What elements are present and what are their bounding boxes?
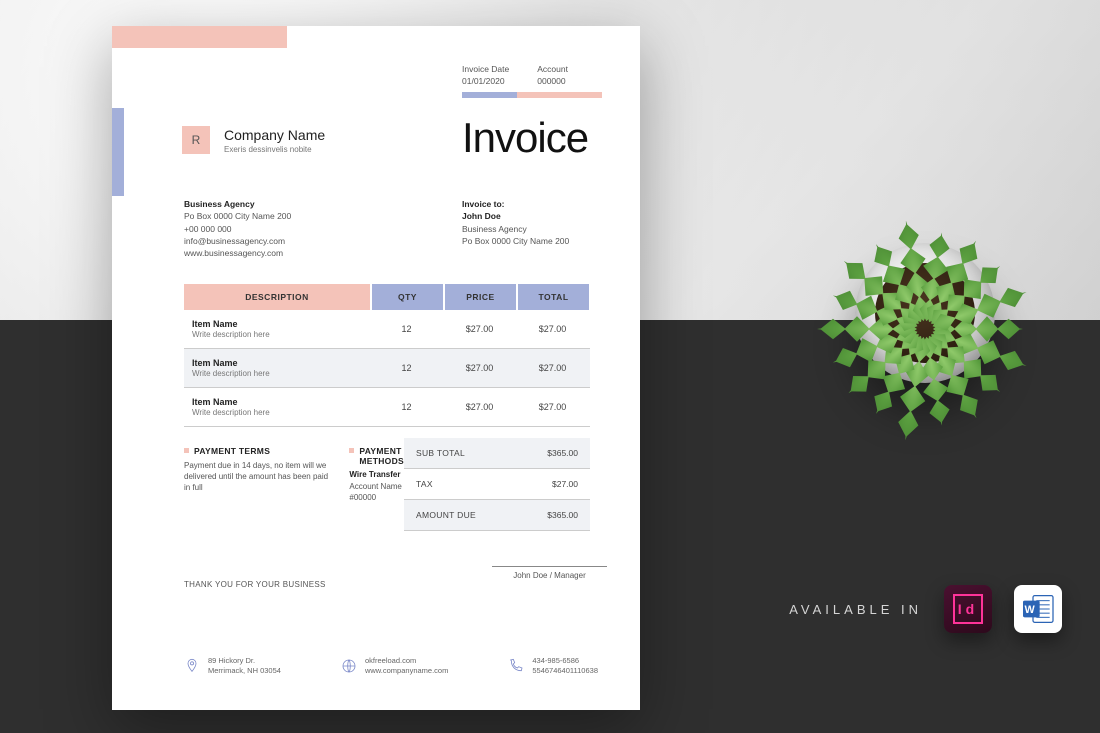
item-desc: Write description here xyxy=(192,369,370,378)
from-email: info@businessagency.com xyxy=(184,235,291,247)
subtotal-label: SUB TOTAL xyxy=(416,448,518,458)
item-name: Item Name xyxy=(192,358,370,368)
invoice-date-value: 01/01/2020 xyxy=(462,76,509,86)
to-block: Invoice to: John Doe Business Agency Po … xyxy=(462,198,569,247)
word-badge: W xyxy=(1014,585,1062,633)
totals-block: SUB TOTAL$365.00 TAX$27.00 AMOUNT DUE$36… xyxy=(404,438,590,531)
accent-bar-pink xyxy=(112,26,287,48)
bottom-section: PAYMENT TERMS Payment due in 14 days, no… xyxy=(184,438,590,531)
payment-methods-account: Account Name xyxy=(349,481,404,492)
item-name: Item Name xyxy=(192,397,370,407)
invoice-meta: Invoice Date 01/01/2020 Account 000000 xyxy=(462,64,568,86)
item-price: $27.00 xyxy=(443,402,516,412)
footer-contact: 89 Hickory Dr.Merrimack, NH 03054 okfree… xyxy=(184,656,598,676)
account-value: 000000 xyxy=(537,76,568,86)
item-qty: 12 xyxy=(370,402,443,412)
th-qty: QTY xyxy=(370,284,443,310)
signature-name: John Doe / Manager xyxy=(492,571,607,580)
from-name: Business Agency xyxy=(184,198,291,210)
invoice-document: Invoice Date 01/01/2020 Account 000000 R… xyxy=(112,26,640,710)
footer-web1: okfreeload.com xyxy=(365,656,448,666)
item-price: $27.00 xyxy=(443,363,516,373)
from-phone: +00 000 000 xyxy=(184,223,291,235)
amount-due-value: $365.00 xyxy=(518,510,578,520)
company-name: Company Name xyxy=(224,127,325,143)
available-in-row: AVAILABLE IN Id W xyxy=(789,585,1062,633)
signature-line xyxy=(492,566,607,567)
signature-block: John Doe / Manager xyxy=(492,566,607,580)
th-description: DESCRIPTION xyxy=(184,284,370,310)
footer-phone: 434-985-65865546746401110638 xyxy=(508,656,598,676)
tax-label: TAX xyxy=(416,479,518,489)
footer-addr2: Merrimack, NH 03054 xyxy=(208,666,281,676)
accent-bar-blue xyxy=(112,108,124,196)
from-address: Po Box 0000 City Name 200 xyxy=(184,210,291,222)
item-total: $27.00 xyxy=(516,363,589,373)
th-price: PRICE xyxy=(443,284,516,310)
footer-ph2: 5546746401110638 xyxy=(532,666,598,676)
item-desc: Write description here xyxy=(192,330,370,339)
company-tagline: Exeris dessinvelis nobite xyxy=(224,145,325,154)
thank-you-text: THANK YOU FOR YOUR BUSINESS xyxy=(184,580,326,589)
invoice-to-company: Business Agency xyxy=(462,223,569,235)
payment-methods-heading: PAYMENT METHODS xyxy=(349,446,404,466)
line-items-table: DESCRIPTION QTY PRICE TOTAL Item NameWri… xyxy=(184,284,590,427)
word-icon: W xyxy=(1018,589,1058,629)
footer-web: okfreeload.comwww.companyname.com xyxy=(341,656,448,676)
item-total: $27.00 xyxy=(516,402,589,412)
tax-value: $27.00 xyxy=(518,479,578,489)
item-name: Item Name xyxy=(192,319,370,329)
footer-address: 89 Hickory Dr.Merrimack, NH 03054 xyxy=(184,656,281,676)
from-web: www.businessagency.com xyxy=(184,247,291,259)
subtotal-value: $365.00 xyxy=(518,448,578,458)
table-row: Item NameWrite description here 12 $27.0… xyxy=(184,388,590,427)
logo-square: R xyxy=(182,126,210,154)
item-desc: Write description here xyxy=(192,408,370,417)
from-block: Business Agency Po Box 0000 City Name 20… xyxy=(184,198,291,260)
payment-terms-heading: PAYMENT TERMS xyxy=(184,446,331,456)
footer-ph1: 434-985-6586 xyxy=(532,656,598,666)
indesign-badge: Id xyxy=(944,585,992,633)
item-price: $27.00 xyxy=(443,324,516,334)
table-row: Item NameWrite description here 12 $27.0… xyxy=(184,310,590,349)
invoice-to-name: John Doe xyxy=(462,210,569,222)
invoice-date-label: Invoice Date xyxy=(462,64,509,74)
footer-addr1: 89 Hickory Dr. xyxy=(208,656,281,666)
table-row: Item NameWrite description here 12 $27.0… xyxy=(184,349,590,388)
payment-methods: PAYMENT METHODS Wire Transfer Account Na… xyxy=(349,446,404,531)
amount-due-label: AMOUNT DUE xyxy=(416,510,518,520)
phone-icon xyxy=(508,658,524,674)
account-label: Account xyxy=(537,64,568,74)
payment-terms-body: Payment due in 14 days, no item will we … xyxy=(184,460,331,494)
available-in-label: AVAILABLE IN xyxy=(789,602,922,617)
indesign-icon: Id xyxy=(953,594,983,624)
payment-terms: PAYMENT TERMS Payment due in 14 days, no… xyxy=(184,446,331,531)
globe-icon xyxy=(341,658,357,674)
svg-text:W: W xyxy=(1025,604,1039,616)
payment-methods-sub: Wire Transfer xyxy=(349,470,404,479)
footer-web2: www.companyname.com xyxy=(365,666,448,676)
invoice-to-label: Invoice to: xyxy=(462,198,569,210)
payment-methods-number: #00000 xyxy=(349,492,404,503)
table-header-row: DESCRIPTION QTY PRICE TOTAL xyxy=(184,284,590,310)
meta-color-bar xyxy=(462,92,602,98)
invoice-to-address: Po Box 0000 City Name 200 xyxy=(462,235,569,247)
logo-letter: R xyxy=(192,133,201,147)
company-header: R Company Name Exeris dessinvelis nobite xyxy=(182,126,325,154)
invoice-title: Invoice xyxy=(462,114,588,162)
location-icon xyxy=(184,658,200,674)
item-qty: 12 xyxy=(370,324,443,334)
item-qty: 12 xyxy=(370,363,443,373)
th-total: TOTAL xyxy=(516,284,589,310)
item-total: $27.00 xyxy=(516,324,589,334)
